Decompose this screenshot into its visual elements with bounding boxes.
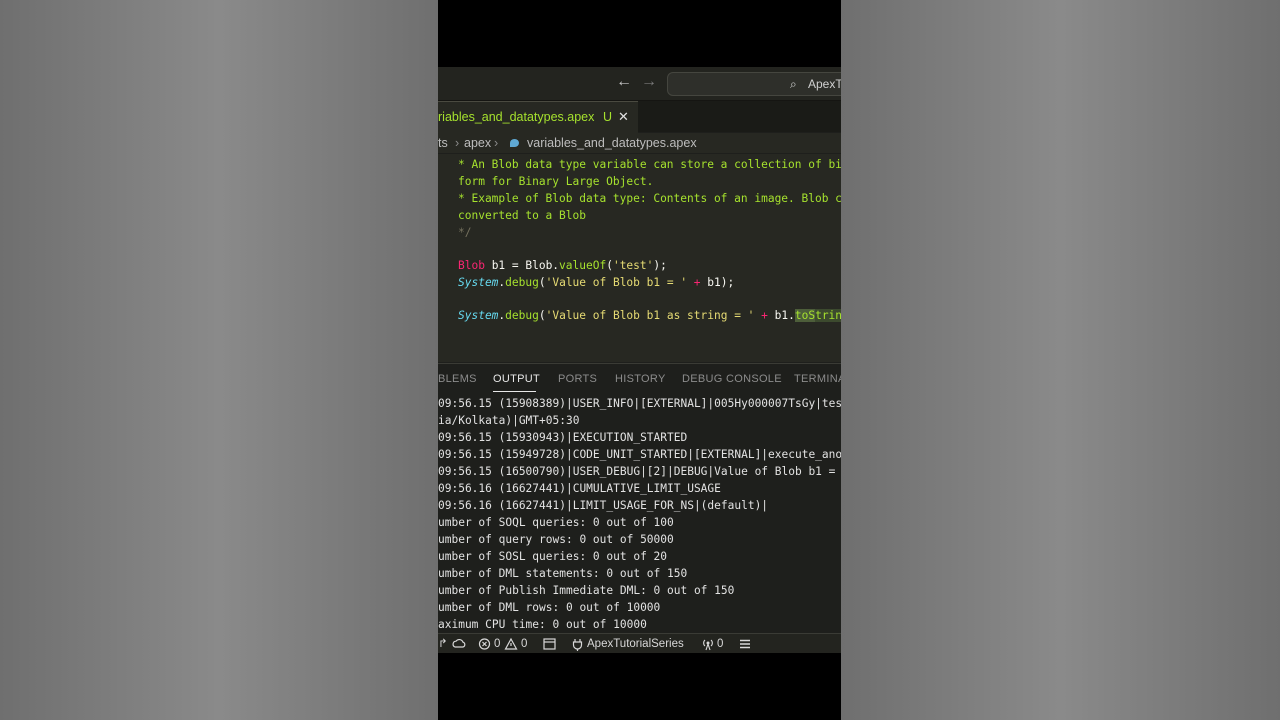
code-comment-line: * An Blob data type variable can store a… [458,158,841,171]
output-line: umber of Publish Immediate DML: 0 out of… [438,584,735,597]
code-comment-line: form for Binary Large Object. [458,175,654,188]
breadcrumb-item-folder[interactable]: ts [438,133,448,153]
cloud-sync-icon[interactable] [452,634,466,653]
output-line: umber of query rows: 0 out of 50000 [438,533,674,546]
breadcrumb-item-file[interactable]: variables_and_datatypes.apex [527,133,697,153]
output-line: 09:56.15 (15930943)|EXECUTION_STARTED [438,431,688,444]
warning-icon[interactable] [504,634,518,653]
text-cursor: trin [815,309,841,322]
bottom-panel: BLEMS OUTPUT PORTS HISTORY DEBUG CONSOLE… [438,363,841,634]
code-line-debug-b1: System.debug('Value of Blob b1 = ' + b1)… [458,276,735,289]
tab-variables-and-datatypes[interactable]: riables_and_datatypes.apex U ✕ [438,101,638,133]
code-comment-end: */ [458,226,472,239]
tab-label: riables_and_datatypes.apex [438,110,595,124]
apex-file-icon [510,139,519,147]
title-bar: ← → ⌕ ApexTu [438,67,841,101]
tab-ports[interactable]: PORTS [558,373,597,385]
search-icon: ⌕ [790,77,797,91]
chevron-right-icon: › [494,136,499,150]
command-center-label: ApexTu [808,77,841,91]
untracked-badge: U [603,110,613,124]
status-bar: ↱ 0 0 ApexTutorialSeries 0 [438,633,841,653]
arrow-left-icon[interactable]: ← [616,73,632,91]
output-line: 09:56.16 (16627441)|CUMULATIVE_LIMIT_USA… [438,482,721,495]
error-icon[interactable] [478,634,491,653]
output-line: umber of SOSL queries: 0 out of 20 [438,550,668,563]
close-icon[interactable]: ✕ [618,102,629,132]
menu-icon[interactable] [739,634,751,653]
output-line: 09:56.15 (15949728)|CODE_UNIT_STARTED|[E… [438,448,841,461]
output-line: 09:56.15 (15908389)|USER_INFO|[EXTERNAL]… [438,397,841,410]
breadcrumb: ts › apex › variables_and_datatypes.apex [438,133,841,153]
code-comment-line: converted to a Blob [458,209,586,222]
plug-icon[interactable] [572,634,583,653]
editor-tab-bar: riables_and_datatypes.apex U ✕ [438,101,841,133]
autocomplete-selection: toS [794,309,816,322]
output-line: 09:56.15 (16500790)|USER_DEBUG|[2]|DEBUG… [438,465,836,478]
output-line: ia/Kolkata)|GMT+05:30 [438,414,580,427]
output-line: umber of DML rows: 0 out of 10000 [438,601,661,614]
tab-problems[interactable]: BLEMS [438,373,477,385]
tab-terminal[interactable]: TERMINA [794,373,841,385]
vscode-window: ← → ⌕ ApexTu riables_and_datatypes.apex … [438,67,841,653]
chevron-right-icon: › [455,136,460,150]
error-count: 0 [494,638,501,650]
video-frame: ← → ⌕ ApexTu riables_and_datatypes.apex … [438,0,841,720]
output-line: umber of SOQL queries: 0 out of 100 [438,516,674,529]
code-comment-line: * Example of Blob data type: Contents of… [458,192,841,205]
output-line: umber of DML statements: 0 out of 150 [438,567,688,580]
output-line: 09:56.16 (16627441)|LIMIT_USAGE_FOR_NS|(… [438,499,769,512]
panel-tab-bar: BLEMS OUTPUT PORTS HISTORY DEBUG CONSOLE… [438,364,841,394]
arrow-right-icon[interactable]: → [641,73,657,91]
blurred-background-left [0,0,438,720]
command-center[interactable]: ⌕ ApexTu [667,72,841,96]
branch-icon[interactable]: ↱ [438,634,448,653]
tab-output[interactable]: OUTPUT [493,373,540,385]
broadcast-icon[interactable] [701,634,715,653]
org-project-name[interactable]: ApexTutorialSeries [587,634,684,653]
breadcrumb-item-apex[interactable]: apex [464,133,491,153]
code-line-debug-b1-tostring: System.debug('Value of Blob b1 as string… [458,309,841,322]
output-line: aximum CPU time: 0 out of 10000 [438,618,647,631]
warning-count: 0 [521,638,528,650]
blurred-background-right [841,0,1280,720]
tab-debug-console[interactable]: DEBUG CONSOLE [682,373,782,385]
ports-count: 0 [717,638,724,650]
code-line-blob-declaration: Blob b1 = Blob.valueOf('test'); [458,259,667,272]
tab-history[interactable]: HISTORY [615,373,666,385]
active-tab-indicator [493,391,536,392]
code-editor[interactable]: * An Blob data type variable can store a… [438,154,841,362]
panel-layout-icon[interactable] [543,634,556,653]
